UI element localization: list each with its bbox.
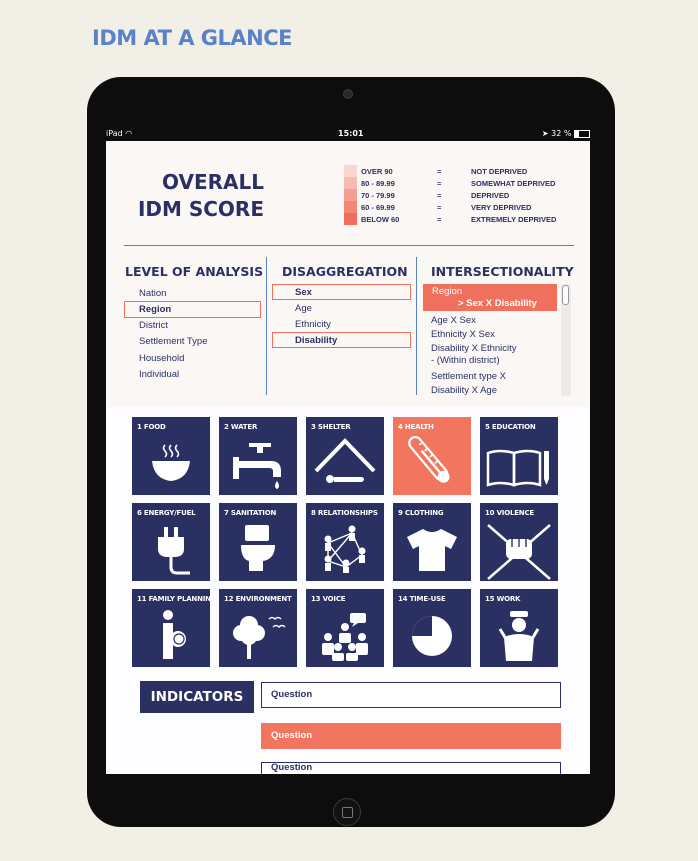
pregnant-icon — [163, 610, 186, 659]
legend-row: 60 - 69.99 = VERY DEPRIVED — [344, 201, 584, 213]
selected-highlight-box — [272, 284, 411, 300]
dimension-tile-family-planning[interactable]: 11 FAMILY PLANNING — [132, 589, 217, 667]
meeting-icon — [322, 613, 368, 661]
legend-swatch — [344, 201, 357, 213]
tree-icon — [233, 616, 286, 659]
level-option-region[interactable]: Region — [139, 304, 171, 315]
legend-row: 80 - 89.99 = SOMEWHAT DEPRIVED — [344, 177, 584, 189]
roof-icon — [314, 438, 376, 483]
tap-icon — [233, 443, 281, 489]
intersectionality-selected-item[interactable]: Region > Sex X Disability — [423, 284, 557, 311]
dimension-tile-sanitation[interactable]: 7 SANITATION — [219, 503, 297, 581]
question-field[interactable]: Question — [261, 682, 561, 708]
dimension-tile-education[interactable]: 5 EDUCATION — [480, 417, 558, 495]
disaggregation-option-ethnicity[interactable]: Ethnicity — [295, 319, 331, 330]
intersectionality-option[interactable]: Age X Sex — [431, 315, 476, 326]
fist-icon — [487, 524, 551, 580]
legend-swatch — [344, 189, 357, 201]
disaggregation-option-sex[interactable]: Sex — [295, 287, 312, 298]
level-option-district[interactable]: District — [139, 320, 168, 331]
selected-highlight-box — [272, 332, 411, 348]
clock-icon — [412, 616, 452, 656]
dimension-tile-voice[interactable]: 13 VOICE — [306, 589, 384, 667]
intersectionality-option[interactable]: Settlement type X — [431, 371, 506, 382]
dimension-tile-energy-fuel[interactable]: 6 ENERGY/FUEL — [132, 503, 210, 581]
wifi-icon: ◠ — [125, 129, 133, 138]
dimension-tile-water[interactable]: 2 WATER — [219, 417, 297, 495]
legend-swatch — [344, 165, 357, 177]
question-field[interactable]: Question — [261, 762, 561, 774]
dimension-tile-time-use[interactable]: 14 TIME-USE — [393, 589, 471, 667]
device-label: iPad — [106, 129, 123, 138]
intersectionality-option[interactable]: Disability X Age — [431, 385, 497, 396]
dimension-tile-work[interactable]: 15 WORK — [480, 589, 558, 667]
indicators-label: INDICATORS — [140, 681, 254, 713]
dimension-tile-environment[interactable]: 12 ENVIRONMENT — [219, 589, 297, 667]
dimension-tile-shelter[interactable]: 3 SHELTER — [306, 417, 384, 495]
legend-row: BELOW 60 = EXTREMELY DEPRIVED — [344, 213, 584, 225]
clock-time: 15:01 — [338, 129, 364, 138]
level-option-individual[interactable]: Individual — [139, 369, 179, 380]
level-option-settlement-type[interactable]: Settlement Type — [139, 336, 207, 347]
intersectionality-option[interactable]: Disability X Ethnicity — [431, 343, 517, 354]
dimension-grid: 1 FOOD 2 WATER 3 SHELTER 4 HEALTH 5 EDUC… — [106, 407, 590, 774]
worker-icon — [498, 611, 540, 661]
disaggregation-option-age[interactable]: Age — [295, 303, 312, 314]
camera-icon — [343, 89, 353, 99]
battery-icon — [574, 129, 590, 138]
disaggregation-heading: DISAGGREGATION — [282, 264, 408, 279]
disaggregation-option-disability[interactable]: Disability — [295, 335, 337, 346]
dimension-tile-clothing[interactable]: 9 CLOTHING — [393, 503, 471, 581]
intersectionality-option[interactable]: Ethnicity X Sex — [431, 329, 495, 340]
intersectionality-scrollbar[interactable] — [561, 284, 571, 396]
column-divider — [416, 257, 417, 395]
bowl-icon — [152, 444, 190, 481]
toilet-icon — [241, 525, 275, 571]
battery-percent: 32 % — [551, 129, 572, 138]
intersectionality-option[interactable]: - (Within district) — [431, 355, 500, 366]
dimension-tile-violence[interactable]: 10 VIOLENCE — [480, 503, 558, 581]
location-arrow-icon: ➤ — [541, 129, 549, 138]
level-option-household[interactable]: Household — [139, 353, 184, 364]
question-field-active[interactable]: Question — [261, 723, 561, 749]
legend-swatch — [344, 177, 357, 189]
shirt-icon — [407, 529, 457, 571]
level-of-analysis-heading: LEVEL OF ANALYSIS — [125, 264, 264, 279]
dimension-tile-food[interactable]: 1 FOOD — [132, 417, 210, 495]
thermometer-icon — [408, 435, 450, 483]
scrollbar-thumb[interactable] — [562, 285, 569, 305]
dimension-tile-relationships[interactable]: 8 RELATIONSHIPS — [306, 503, 384, 581]
app-screen: OVERALL IDM SCORE OVER 90 = NOT DEPRIVED 8… — [106, 141, 590, 774]
score-legend: OVER 90 = NOT DEPRIVED 80 - 89.99 = SOMEWHAT… — [344, 165, 584, 225]
overall-idm-score-title: OVERALL IDM SCORE — [137, 170, 264, 221]
dimension-tile-health[interactable]: 4 HEALTH — [393, 417, 471, 495]
legend-row: 70 - 79.99 = DEPRIVED — [344, 189, 584, 201]
legend-swatch — [344, 213, 357, 225]
column-divider — [266, 257, 267, 395]
book-icon — [486, 449, 549, 487]
home-square-icon — [342, 807, 353, 818]
status-bar: iPad ◠ 15:01 ➤ 32 % — [106, 127, 590, 141]
divider — [124, 245, 574, 246]
people-network-icon — [324, 525, 366, 573]
legend-row: OVER 90 = NOT DEPRIVED — [344, 165, 584, 177]
page-title: IDM AT A GLANCE — [92, 26, 292, 50]
plug-icon — [158, 527, 190, 575]
intersectionality-heading: INTERSECTIONALITY — [431, 264, 574, 279]
level-option-nation[interactable]: Nation — [139, 288, 166, 299]
home-button[interactable] — [333, 798, 361, 826]
